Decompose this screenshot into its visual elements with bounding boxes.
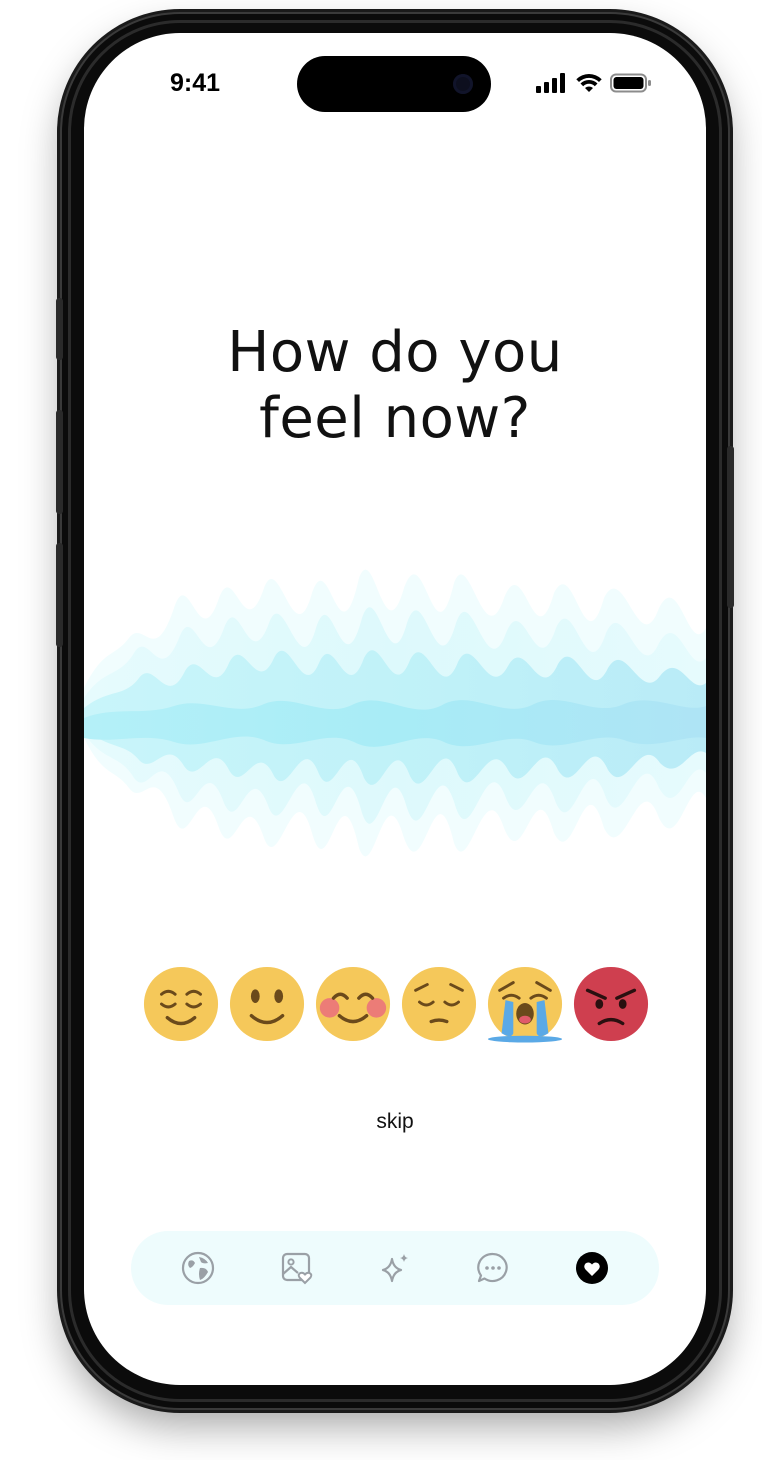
loudly-crying-face-icon[interactable] <box>486 965 564 1043</box>
chat-bubble-icon <box>477 1252 509 1283</box>
power-button <box>727 446 734 608</box>
cellular-signal-icon <box>536 73 565 93</box>
volume-up-button <box>56 410 63 514</box>
angry-face-icon[interactable] <box>572 965 650 1043</box>
sound-wave-visual <box>84 569 706 857</box>
tab-ai-sparkle[interactable] <box>375 1248 415 1288</box>
photo-heart-icon <box>281 1252 312 1285</box>
app-screen: 9:41 How do you feel now? skip <box>84 33 706 1385</box>
action-button <box>56 298 63 360</box>
globe-icon <box>182 1251 215 1285</box>
status-time: 9:41 <box>170 69 221 97</box>
tab-mood[interactable] <box>572 1248 612 1288</box>
slightly-smiling-face-icon[interactable] <box>228 965 306 1043</box>
bottom-tab-bar <box>131 1231 659 1305</box>
smiling-face-with-blush-icon[interactable] <box>314 965 392 1043</box>
tab-explore[interactable] <box>178 1248 218 1288</box>
status-bar: 9:41 <box>84 33 706 133</box>
title-line-1: How do you <box>227 320 563 385</box>
tab-chat[interactable] <box>473 1248 513 1288</box>
heart-icon <box>575 1252 608 1284</box>
battery-icon <box>610 73 651 93</box>
sparkle-icon <box>381 1254 408 1283</box>
title-line-2: feel now? <box>259 386 531 451</box>
relieved-face-icon[interactable] <box>142 965 220 1043</box>
status-icons <box>536 73 652 93</box>
mood-options <box>142 965 650 1043</box>
dynamic-island <box>297 56 491 112</box>
skip-button[interactable]: skip <box>84 1110 706 1134</box>
wifi-icon <box>576 74 602 92</box>
tab-gallery[interactable] <box>277 1248 317 1288</box>
pensive-face-icon[interactable] <box>400 965 478 1043</box>
mood-question-title: How do you feel now? <box>84 320 706 452</box>
front-camera <box>453 74 473 94</box>
volume-down-button <box>56 543 63 647</box>
